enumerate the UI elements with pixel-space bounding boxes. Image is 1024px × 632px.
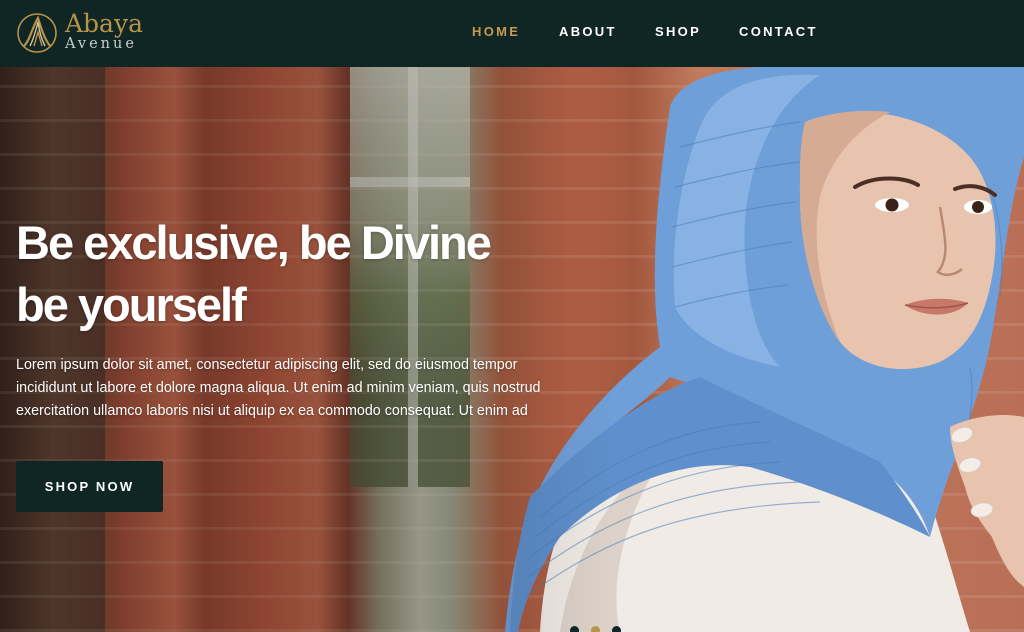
nav-contact[interactable]: CONTACT bbox=[739, 24, 818, 39]
shop-now-button[interactable]: SHOP NOW bbox=[16, 461, 163, 512]
nav-shop[interactable]: SHOP bbox=[655, 24, 701, 39]
nav-home[interactable]: HOME bbox=[472, 24, 520, 39]
slider-dot-3[interactable] bbox=[612, 626, 621, 632]
slider-dot-1[interactable] bbox=[570, 626, 579, 632]
hero-headline: Be exclusive, be Divine be yourself bbox=[16, 212, 576, 336]
hero-banner: Be exclusive, be Divine be yourself Lore… bbox=[0, 67, 1024, 632]
site-header: Abaya Avenue HOME ABOUT SHOP CONTACT bbox=[0, 0, 1024, 67]
hero-description: Lorem ipsum dolor sit amet, consectetur … bbox=[16, 354, 596, 423]
hero-headline-line2: be yourself bbox=[16, 278, 247, 331]
slider-dot-2[interactable] bbox=[591, 626, 600, 632]
hero-overlay bbox=[0, 67, 1024, 632]
hero-description-line1: Lorem ipsum dolor sit amet, consectetur … bbox=[16, 357, 518, 373]
slider-dots bbox=[570, 626, 630, 632]
hero-description-line2: incididunt ut labore et dolore magna ali… bbox=[16, 380, 541, 396]
nav-about[interactable]: ABOUT bbox=[559, 24, 617, 39]
main-nav: HOME ABOUT SHOP CONTACT bbox=[0, 0, 1024, 67]
hero-headline-line1: Be exclusive, be Divine bbox=[16, 216, 492, 269]
hero-description-line3: exercitation ullamco laboris nisi ut ali… bbox=[16, 403, 528, 419]
